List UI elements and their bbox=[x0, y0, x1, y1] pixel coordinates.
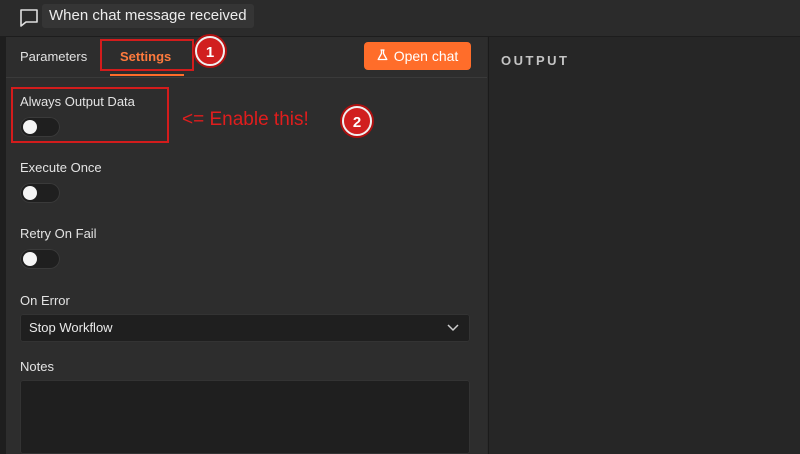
open-chat-label: Open chat bbox=[393, 48, 459, 64]
execute-once-toggle[interactable] bbox=[20, 183, 60, 203]
active-tab-indicator bbox=[110, 74, 184, 76]
toggle-knob bbox=[23, 252, 37, 266]
output-panel: OUTPUT bbox=[488, 37, 800, 454]
on-error-label: On Error bbox=[20, 293, 70, 308]
settings-panel: Parameters Settings Open chat Always Out… bbox=[6, 36, 487, 454]
node-title[interactable]: When chat message received bbox=[42, 4, 254, 28]
chevron-down-icon bbox=[447, 324, 459, 332]
tab-parameters[interactable]: Parameters bbox=[20, 49, 87, 64]
output-label: OUTPUT bbox=[501, 53, 570, 68]
annotation-note: <= Enable this! bbox=[182, 109, 309, 130]
retry-on-fail-label: Retry On Fail bbox=[20, 226, 97, 241]
annotation-box-always-output bbox=[11, 87, 169, 143]
retry-on-fail-toggle[interactable] bbox=[20, 249, 60, 269]
flask-icon bbox=[377, 49, 388, 61]
on-error-value: Stop Workflow bbox=[29, 320, 113, 335]
annotation-badge-1: 1 bbox=[195, 36, 225, 66]
tabs-divider bbox=[6, 77, 487, 78]
toggle-knob bbox=[23, 186, 37, 200]
execute-once-label: Execute Once bbox=[20, 160, 102, 175]
annotation-box-settings bbox=[100, 39, 194, 71]
on-error-select[interactable]: Stop Workflow bbox=[20, 314, 470, 342]
notes-label: Notes bbox=[20, 359, 54, 374]
chat-bubble-icon bbox=[20, 9, 38, 27]
open-chat-button[interactable]: Open chat bbox=[364, 42, 471, 70]
notes-textarea[interactable] bbox=[20, 380, 470, 454]
node-header: When chat message received bbox=[0, 0, 800, 37]
annotation-badge-2: 2 bbox=[342, 106, 372, 136]
